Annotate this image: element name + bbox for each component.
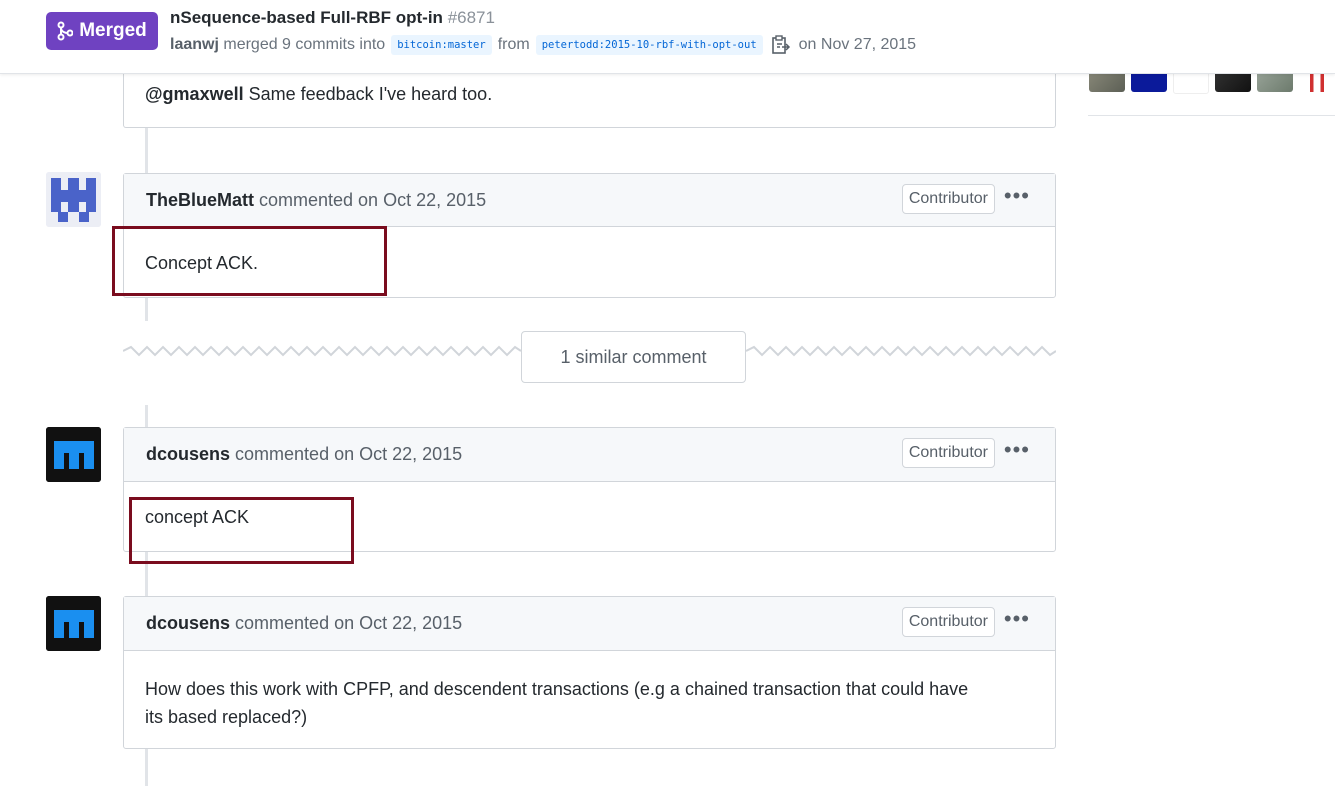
pr-header: Merged nSequence-based Full-RBF opt-in #… [0,0,1335,74]
comment-timestamp[interactable]: commented on Oct 22, 2015 [235,444,462,465]
sidebar-divider [1088,115,1335,116]
comment-header: dcousens commented on Oct 22, 2015 Contr… [124,428,1055,482]
timeline-line [145,297,148,321]
merged-badge: Merged [46,12,158,50]
merge-date: on Nov 27, 2015 [798,36,917,53]
comment-author[interactable]: dcousens [146,444,230,465]
from-text: from [497,36,530,53]
contributor-badge: Contributor [901,438,995,468]
comment-body: How does this work with CPFP, and descen… [124,651,1055,731]
highlight-box [129,497,354,564]
timeline-line [145,748,148,786]
identicon-avatar [46,596,101,651]
git-merge-icon [57,21,74,41]
pr-meta: laanwj merged 9 commits into bitcoin:mas… [170,35,916,55]
similar-comments-button[interactable]: 1 similar comment [521,331,746,383]
base-branch[interactable]: bitcoin:master [391,35,492,55]
avatar[interactable] [46,596,101,651]
comment-author[interactable]: dcousens [146,613,230,634]
wavy-divider [746,345,1056,357]
comment-header: TheBlueMatt commented on Oct 22, 2015 Co… [124,174,1055,227]
merged-text: merged 9 commits into [223,36,386,53]
page-title: nSequence-based Full-RBF opt-in #6871 [170,8,495,28]
identicon-avatar [46,427,101,482]
comment-card: dcousens commented on Oct 22, 2015 Contr… [123,596,1056,749]
similar-comments-label: 1 similar comment [560,346,707,367]
comment-author[interactable]: TheBlueMatt [146,190,254,211]
contributor-badge: Contributor [901,184,995,214]
user-mention[interactable]: @gmaxwell [145,84,244,104]
kebab-icon[interactable]: ••• [1004,608,1030,630]
timeline-line [145,405,148,428]
comment-text: Same feedback I've heard too. [248,84,493,104]
copy-icon[interactable] [771,35,791,55]
pr-number: #6871 [447,8,495,27]
avatar[interactable] [46,172,101,227]
comment-timestamp[interactable]: commented on Oct 22, 2015 [235,613,462,634]
contributor-badge: Contributor [901,607,995,637]
merged-label: Merged [79,20,147,41]
comment-header: dcousens commented on Oct 22, 2015 Contr… [124,597,1055,651]
pr-title-text: nSequence-based Full-RBF opt-in [170,8,443,27]
merge-author[interactable]: laanwj [170,36,219,54]
comment-text-line: How does this work with CPFP, and descen… [145,679,969,699]
kebab-icon[interactable]: ••• [1004,185,1030,207]
kebab-icon[interactable]: ••• [1004,439,1030,461]
highlight-box [112,226,387,296]
identicon-avatar [46,172,101,227]
head-branch[interactable]: petertodd:2015-10-rbf-with-opt-out [535,35,763,55]
comment-timestamp[interactable]: commented on Oct 22, 2015 [259,190,486,211]
avatar[interactable] [46,427,101,482]
timeline-line [145,128,148,173]
comment-text-line: its based replaced?) [145,707,308,727]
wavy-divider [123,345,521,357]
